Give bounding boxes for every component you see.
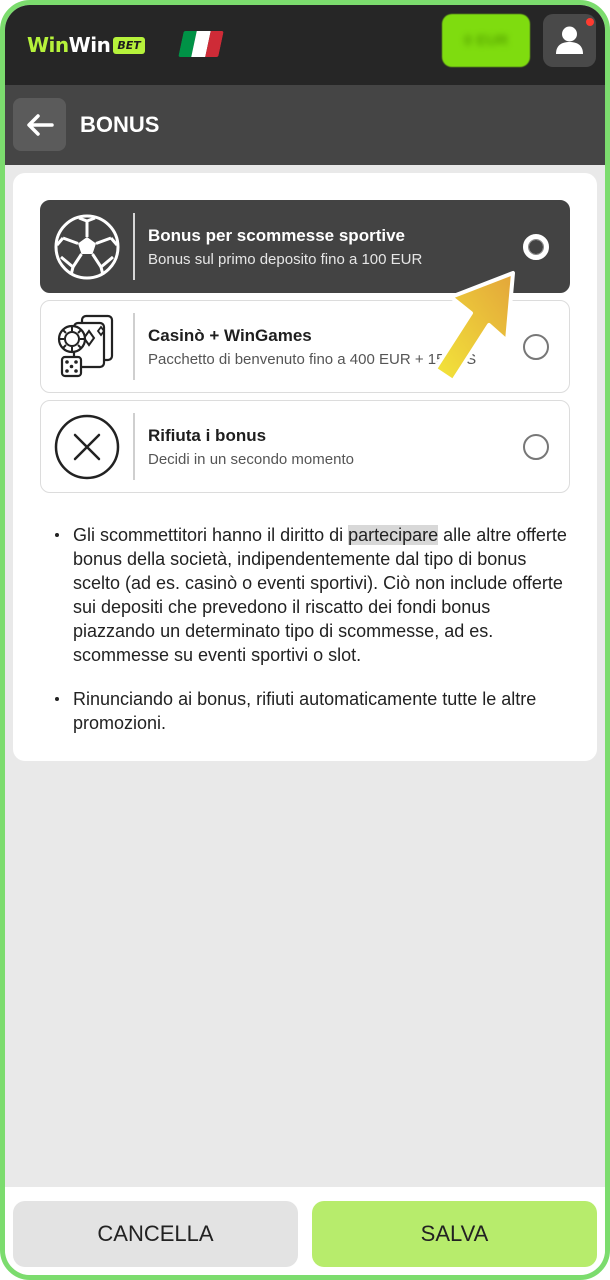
option-title: Rifiuta i bonus [148, 426, 267, 445]
italy-flag-icon[interactable] [178, 31, 224, 57]
close-circle-icon [51, 413, 123, 481]
cancel-button[interactable]: CANCELLA [13, 1201, 298, 1267]
page-title: BONUS [80, 112, 160, 137]
notification-dot [586, 18, 594, 26]
save-button[interactable]: SALVA [312, 1201, 597, 1267]
option-title: Bonus per scommesse sportive [148, 226, 405, 245]
option-separator [133, 213, 135, 280]
logo-text-win-2: Win [68, 33, 111, 57]
radio-unselected[interactable] [523, 434, 549, 460]
bonus-option-decline[interactable]: Rifiuta i bonus Decidi in un secondo mom… [40, 400, 570, 493]
top-header: Win Win BET 0 EUR [5, 5, 605, 85]
option-separator [133, 413, 135, 480]
note-item: Gli scommettitori hanno il diritto di pa… [47, 523, 577, 667]
casino-chips-cards-dice-icon [51, 313, 123, 381]
option-separator [133, 313, 135, 380]
winwin-logo[interactable]: Win Win BET [27, 31, 145, 59]
pointer-arrow-icon [433, 271, 515, 383]
radio-unselected[interactable] [523, 334, 549, 360]
balance-button[interactable]: 0 EUR [442, 14, 530, 67]
highlighted-word: partecipare [348, 525, 439, 545]
back-button[interactable] [13, 98, 66, 151]
note-item: Rinunciando ai bonus, rifiuti automatica… [47, 687, 577, 735]
logo-text-win: Win [27, 33, 69, 57]
option-title: Casinò + WinGames [148, 326, 312, 345]
bonus-notes: Gli scommettitori hanno il diritto di pa… [47, 523, 577, 735]
arrow-left-icon [26, 113, 54, 136]
radio-selected[interactable] [523, 234, 549, 260]
sub-header: BONUS [5, 85, 605, 165]
logo-badge-bet: BET [113, 36, 145, 54]
soccer-ball-icon [51, 213, 123, 281]
bonus-card: Bonus per scommesse sportive Bonus sul p… [13, 173, 597, 761]
app-frame: Win Win BET 0 EUR BONUS Bonus per scomme… [0, 0, 610, 1280]
balance-label: 0 EUR [463, 32, 509, 49]
note-text: alle altre offerte bonus della società, … [73, 525, 567, 665]
footer-actions: CANCELLA SALVA [5, 1187, 605, 1275]
note-text: Gli scommettitori hanno il diritto di [73, 525, 349, 545]
profile-button[interactable] [543, 14, 596, 67]
option-subtitle: Decidi in un secondo momento [148, 451, 354, 468]
option-subtitle: Bonus sul primo deposito fino a 100 EUR [148, 251, 423, 268]
